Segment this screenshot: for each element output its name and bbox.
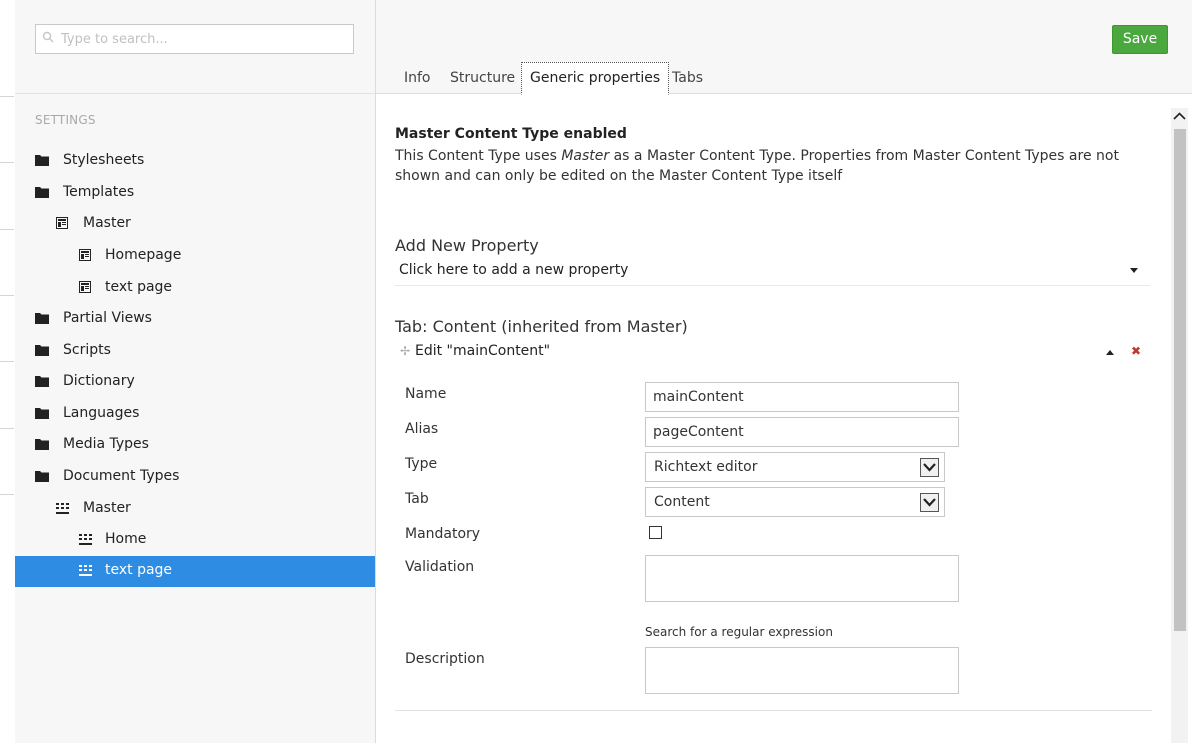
mandatory-label: Mandatory xyxy=(405,526,481,542)
divider xyxy=(395,710,1152,711)
delete-icon[interactable]: ✖ xyxy=(1131,344,1141,358)
tree-item-label: Stylesheets xyxy=(63,152,145,168)
tree-item-label: Master xyxy=(83,500,131,516)
section-title-settings: SETTINGS xyxy=(35,113,96,127)
chevron-down-icon[interactable] xyxy=(920,493,939,512)
template-icon xyxy=(79,281,93,294)
scroll-up-icon[interactable] xyxy=(1171,108,1188,125)
tab-generic-properties[interactable]: Generic properties xyxy=(521,62,670,95)
tree-item-label: Document Types xyxy=(63,468,180,484)
tree-item-label: Dictionary xyxy=(63,373,135,389)
name-label: Name xyxy=(405,386,447,402)
folder-icon xyxy=(35,154,49,167)
tree-item-label: Scripts xyxy=(63,342,111,358)
tree-item-label: Templates xyxy=(63,184,135,200)
search-input[interactable] xyxy=(61,29,346,49)
tab-content-title: Tab: Content (inherited from Master) xyxy=(395,317,688,336)
tree-item-label: Media Types xyxy=(63,436,149,452)
document-type-icon xyxy=(79,564,93,577)
alias-label: Alias xyxy=(405,421,439,437)
tree-item-partial-views[interactable]: Partial Views xyxy=(15,304,375,335)
template-icon xyxy=(79,249,93,262)
master-content-type-description: This Content Type uses Master as a Maste… xyxy=(395,146,1155,186)
validation-field[interactable] xyxy=(645,555,959,602)
tree-item-media-types[interactable]: Media Types xyxy=(15,430,375,461)
tree-item-label: text page xyxy=(105,562,173,578)
name-field[interactable]: mainContent xyxy=(645,382,959,412)
type-label: Type xyxy=(405,456,438,472)
folder-icon xyxy=(35,407,49,420)
tree-item-template-text-page[interactable]: text page xyxy=(15,273,375,304)
tree-item-document-types[interactable]: Document Types xyxy=(15,462,375,493)
vertical-scrollbar[interactable] xyxy=(1171,108,1188,743)
folder-icon xyxy=(35,375,49,388)
tree-item-template-master[interactable]: Master xyxy=(15,209,375,240)
folder-icon xyxy=(35,438,49,451)
add-new-property-text: Click here to add a new property xyxy=(399,262,629,278)
folder-icon xyxy=(35,186,49,199)
alias-value: pageContent xyxy=(653,424,744,440)
tab-label: Tab xyxy=(405,491,429,507)
tree-item-template-homepage[interactable]: Homepage xyxy=(15,241,375,272)
left-edge-strip xyxy=(0,0,15,743)
tree-item-label: Homepage xyxy=(105,247,182,263)
tree-item-stylesheets[interactable]: Stylesheets xyxy=(15,146,375,177)
tree-item-label: Master xyxy=(83,215,131,231)
scrollbar-thumb[interactable] xyxy=(1174,129,1186,631)
tree-item-languages[interactable]: Languages xyxy=(15,399,375,430)
edit-property-row: ✢ Edit "mainContent" ✖ xyxy=(395,343,1150,363)
edit-property-label[interactable]: Edit "mainContent" xyxy=(415,343,550,359)
validation-label: Validation xyxy=(405,559,475,575)
tree-item-label: text page xyxy=(105,279,173,295)
name-value: mainContent xyxy=(653,389,744,405)
properties-content: Master Content Type enabled This Content… xyxy=(395,95,1155,743)
save-button[interactable]: Save xyxy=(1112,25,1168,54)
folder-icon xyxy=(35,344,49,357)
tree-item-doctype-home[interactable]: Home xyxy=(15,525,375,556)
folder-icon xyxy=(35,312,49,325)
add-new-property-title: Add New Property xyxy=(395,236,539,255)
chevron-down-icon xyxy=(1130,268,1138,273)
description-label: Description xyxy=(405,651,485,667)
tab-tabs[interactable]: Tabs xyxy=(664,62,711,95)
tree-item-templates[interactable]: Templates xyxy=(15,178,375,209)
tree-item-label: Partial Views xyxy=(63,310,152,326)
tree-item-label: Languages xyxy=(63,405,140,421)
tab-info[interactable]: Info xyxy=(396,62,439,95)
app-window: SETTINGS Stylesheets Templates Master Ho… xyxy=(0,0,1192,743)
main-header: Save Info Structure Generic properties T… xyxy=(376,0,1192,95)
search-icon xyxy=(42,31,56,45)
tab-select[interactable]: Content xyxy=(645,487,945,517)
tree-item-dictionary[interactable]: Dictionary xyxy=(15,367,375,398)
folder-icon xyxy=(35,470,49,483)
tree-panel: SETTINGS Stylesheets Templates Master Ho… xyxy=(15,0,376,743)
collapse-icon[interactable] xyxy=(1106,350,1114,355)
master-name: Master xyxy=(561,148,610,164)
type-select[interactable]: Richtext editor xyxy=(645,452,945,482)
master-content-type-title: Master Content Type enabled xyxy=(395,126,627,142)
template-icon xyxy=(56,217,70,230)
add-new-property-dropdown[interactable]: Click here to add a new property xyxy=(395,260,1150,286)
search-box[interactable] xyxy=(35,24,354,54)
mandatory-checkbox[interactable] xyxy=(649,526,662,539)
document-type-icon xyxy=(56,502,70,515)
tab-value: Content xyxy=(654,494,710,510)
tree-item-doctype-text-page[interactable]: text page xyxy=(15,556,375,587)
tree-item-scripts[interactable]: Scripts xyxy=(15,336,375,367)
tree-header xyxy=(15,0,375,94)
description-prefix: This Content Type uses xyxy=(395,148,562,164)
type-value: Richtext editor xyxy=(654,459,758,475)
chevron-down-icon[interactable] xyxy=(920,458,939,477)
drag-handle-icon[interactable]: ✢ xyxy=(400,344,410,358)
tree-item-label: Home xyxy=(105,531,147,547)
tree-item-doctype-master[interactable]: Master xyxy=(15,494,375,525)
main-panel: Save Info Structure Generic properties T… xyxy=(376,0,1192,743)
search-regex-link[interactable]: Search for a regular expression xyxy=(645,625,833,639)
description-field[interactable] xyxy=(645,647,959,694)
alias-field[interactable]: pageContent xyxy=(645,417,959,447)
document-type-icon xyxy=(79,533,93,546)
tab-structure[interactable]: Structure xyxy=(442,62,523,95)
